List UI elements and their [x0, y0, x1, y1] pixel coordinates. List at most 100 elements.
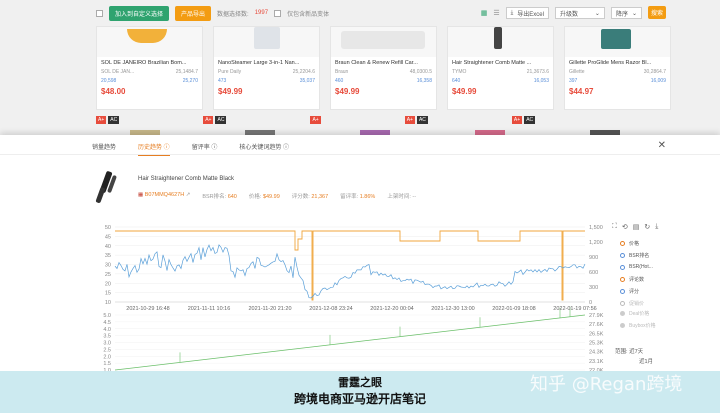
badge-pair: A+ AC [404, 116, 428, 124]
product-title[interactable]: Gillette ProGlide Mens Razor Bl... [569, 60, 666, 66]
product-card[interactable]: Braun Clean & Renew Refill Car... Braun 4… [330, 26, 437, 110]
select-all-checkbox[interactable] [96, 9, 103, 17]
toolbar-right: ▦ ☰ ⤓ 导出Excel 升级数 ⌄ 降序 ⌄ [481, 7, 668, 19]
export-button[interactable]: 产品导出 [175, 5, 212, 21]
download-icon: ⤓ [510, 9, 514, 16]
export-excel-button[interactable]: ⤓ 导出Excel [505, 7, 549, 19]
search-button[interactable]: 搜索 [648, 6, 666, 19]
product-value-a: 21,3673.6 [526, 69, 549, 75]
product-card[interactable]: Hair Straightener Comb Matte ... TYMO 21,… [447, 26, 554, 110]
product-image [95, 171, 117, 203]
selected-count: 1997 [254, 10, 269, 16]
legend-buybox-price[interactable]: Buybox价格 [620, 319, 656, 331]
product-brand: TYMO [452, 69, 467, 75]
y-tick-label: 45 [105, 234, 111, 240]
product-value-b: 16,009 [650, 78, 666, 84]
add-to-custom-button[interactable]: 加入到自定义选择 [109, 5, 170, 21]
product-card[interactable]: SOL DE JANEIRO Brazilian Bom... SOL DE J… [96, 26, 203, 110]
x-tick-label: 2021-10-29 16:48 [126, 306, 169, 312]
product-title[interactable]: Braun Clean & Renew Refill Car... [335, 60, 432, 66]
aplus-badge: A+ [404, 116, 415, 124]
product-image [214, 27, 319, 57]
y2-tick-label: 27.6K [589, 322, 604, 328]
zoom-icon[interactable]: ⛶ [612, 223, 617, 231]
product-price: $49.99 [335, 87, 360, 96]
legend-bsr[interactable]: BSR排名 [620, 249, 653, 261]
sort-select[interactable]: 升级数 ⌄ [554, 7, 605, 19]
range-option[interactable]: 近7天 [629, 349, 643, 355]
legend-dot [620, 252, 625, 258]
legend-dot [620, 322, 625, 328]
order-select[interactable]: 降序 ⌄ [610, 7, 642, 19]
only-new-checkbox[interactable] [274, 9, 282, 17]
y-tick-label: 20 [105, 281, 111, 287]
range-option[interactable]: 近1月 [615, 357, 653, 367]
ac-badge: AC [524, 116, 536, 124]
only-new-label: 仅包含新品变体 [287, 11, 330, 18]
x-tick-label: 2021-12-08 23:24 [309, 306, 352, 312]
product-price: $48.00 [101, 87, 126, 96]
legend-deal-price[interactable]: Deal价格 [620, 307, 656, 319]
caption-line-2: 跨境电商亚马逊开店笔记 [293, 392, 426, 406]
x-tick-label: 2021-11-11 10:16 [188, 306, 231, 312]
product-image [97, 27, 202, 57]
launch-date-field: 上架时间: -- [387, 194, 417, 200]
y-tick-label: 10 [105, 300, 111, 306]
product-value-b: 16,053 [533, 78, 549, 84]
ac-badge: AC [108, 116, 120, 124]
badge-pair: A+ AC [511, 116, 536, 124]
y-tick-label: 3.5 [103, 334, 111, 340]
asin-field[interactable]: ▦ B07MMQ4627H ↗ [138, 192, 190, 200]
product-card[interactable]: Gillette ProGlide Mens Razor Bl... Gille… [564, 26, 671, 110]
data-view-icon[interactable]: ▤ [633, 223, 640, 231]
ac-badge: AC [416, 116, 428, 124]
aplus-badge: A+ [310, 116, 321, 124]
product-value-a: 25,1484.7 [175, 69, 198, 75]
x-tick-label: 2022-01-19 07:56 [553, 306, 596, 312]
bsr-series-line [114, 244, 586, 299]
badge-pair: A+ AC [203, 116, 227, 124]
price-series-line [115, 230, 585, 301]
x-tick-label: 2021-12-30 13:00 [431, 306, 474, 312]
y2-tick-label: 23.1K [589, 359, 604, 365]
close-icon[interactable]: ✕ [658, 140, 666, 151]
badge-pair: A+ AC [96, 116, 120, 124]
product-image [331, 27, 436, 57]
product-value-b: 25,270 [182, 78, 198, 84]
legend-bsr-hot[interactable]: BSR(Hot... [620, 261, 653, 273]
legend-rating[interactable]: 评分 [620, 285, 653, 297]
y2-tick-label: 300 [589, 285, 598, 291]
product-price: $49.99 [452, 87, 477, 96]
product-bsr: 460 [335, 78, 344, 84]
product-value-a: 48,0300.5 [409, 69, 432, 75]
zoom-reset-icon[interactable]: ⟲ [622, 223, 628, 231]
bsr-field: BSR排名: 640 [202, 194, 237, 200]
product-brand: Pure Daily [218, 69, 242, 75]
product-card[interactable]: NanoSteamer Large 3-in-1 Nan... Pure Dai… [213, 26, 320, 110]
list-view-icon[interactable]: ☰ [493, 9, 499, 17]
refresh-icon[interactable]: ↻ [644, 223, 650, 231]
chevron-down-icon: ⌄ [594, 10, 600, 17]
price-field: 价格: $49.99 [248, 194, 280, 200]
y2-tick-label: 24.3K [589, 350, 604, 356]
y2-tick-label: 900 [589, 255, 598, 261]
badge-pair: A+ [310, 116, 321, 124]
legend-dot [620, 288, 625, 294]
legend-review-count[interactable]: 评论数 [620, 273, 653, 285]
y-tick-label: 4.5 [103, 320, 111, 326]
legend-price[interactable]: 价格 [620, 237, 653, 249]
y-tick-label: 5.0 [103, 313, 111, 319]
product-image [448, 27, 553, 57]
caption-line-1: 雷霆之眼 [338, 376, 382, 389]
grid-view-icon[interactable]: ▦ [481, 9, 488, 17]
product-cards: SOL DE JANEIRO Brazilian Bom... SOL DE J… [96, 26, 671, 110]
y-tick-label: 1.5 [103, 361, 111, 367]
product-title[interactable]: SOL DE JANEIRO Brazilian Bom... [101, 60, 198, 66]
rating-count-field: 评分数: 21,367 [291, 194, 329, 200]
product-title[interactable]: Hair Straightener Comb Matte ... [452, 60, 549, 66]
product-value-b: 35,037 [299, 78, 315, 84]
save-image-icon[interactable]: ⤓ [655, 223, 658, 231]
y2-tick-label: 27.9K [589, 313, 604, 319]
legend-dot [620, 264, 625, 270]
product-title[interactable]: NanoSteamer Large 3-in-1 Nan... [218, 60, 315, 66]
